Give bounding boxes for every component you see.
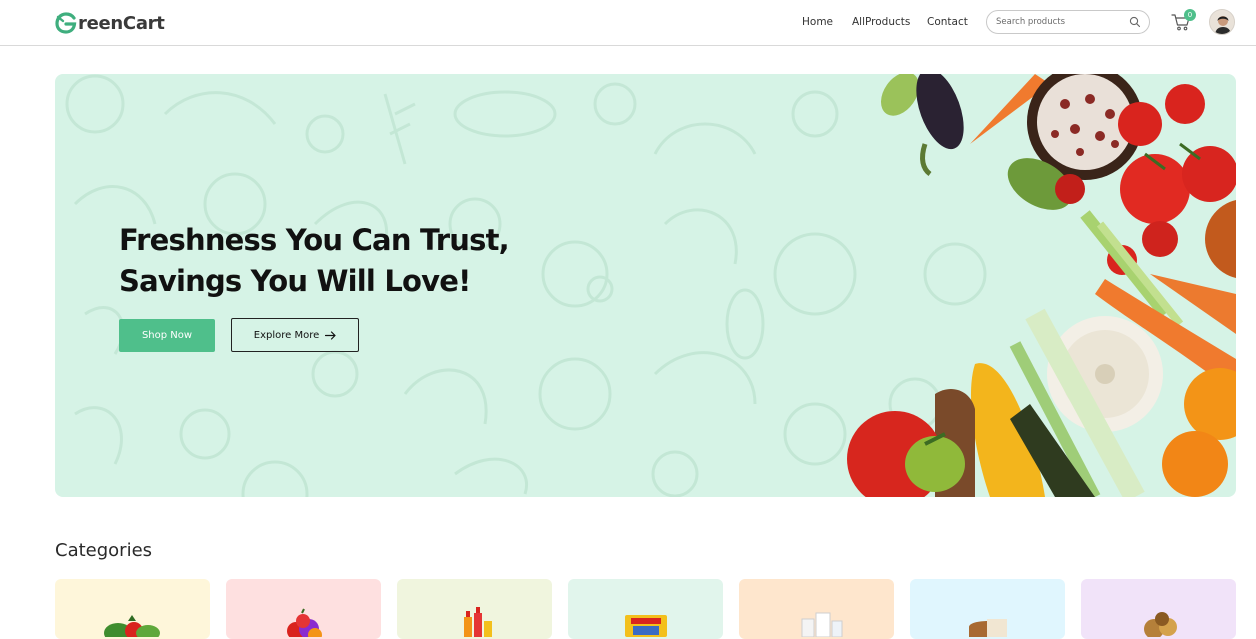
drinks-image — [463, 607, 492, 637]
explore-more-button[interactable]: Explore More — [231, 318, 359, 352]
nav-contact[interactable]: Contact — [927, 16, 968, 28]
greencart-logo-icon — [55, 12, 77, 34]
hero-heading: Freshness You Can Trust, Savings You Wil… — [119, 220, 510, 302]
categories-heading: Categories — [55, 540, 153, 561]
category-card-6[interactable] — [910, 579, 1065, 639]
category-card-2[interactable] — [226, 579, 381, 639]
grains-image — [1143, 612, 1177, 637]
vegetables-image — [103, 615, 160, 637]
category-card-4[interactable] — [568, 579, 723, 639]
search-icon[interactable] — [1129, 16, 1141, 28]
arrow-right-icon — [325, 330, 336, 340]
nav-home[interactable]: Home — [802, 16, 833, 28]
category-card-1[interactable] — [55, 579, 210, 639]
vegetables-illustration — [847, 74, 1236, 497]
navbar: reenCart Home AllProducts Contact 0 — [0, 0, 1256, 46]
instant-food-image — [624, 615, 667, 637]
bakery-image — [968, 619, 1007, 637]
search-input[interactable] — [996, 17, 1124, 27]
category-card-5[interactable] — [739, 579, 894, 639]
explore-more-label: Explore More — [253, 329, 320, 341]
hero-banner: Freshness You Can Trust, Savings You Wil… — [55, 74, 1236, 497]
hero-heading-line-2: Savings You Will Love! — [119, 264, 471, 298]
hero-heading-line-1: Freshness You Can Trust, — [119, 223, 510, 257]
shop-now-button[interactable]: Shop Now — [119, 319, 215, 352]
search-bar — [986, 10, 1150, 34]
category-card-3[interactable] — [397, 579, 552, 639]
fruits-image — [286, 608, 322, 637]
dairy-image — [801, 612, 842, 637]
nav-all-products[interactable]: AllProducts — [852, 16, 910, 28]
user-avatar[interactable] — [1209, 9, 1235, 35]
logo[interactable]: reenCart — [55, 10, 165, 36]
category-card-7[interactable] — [1081, 579, 1236, 639]
profile-icon — [1210, 10, 1234, 34]
brand-name: reenCart — [78, 12, 165, 34]
cart-count-badge: 0 — [1184, 9, 1196, 21]
